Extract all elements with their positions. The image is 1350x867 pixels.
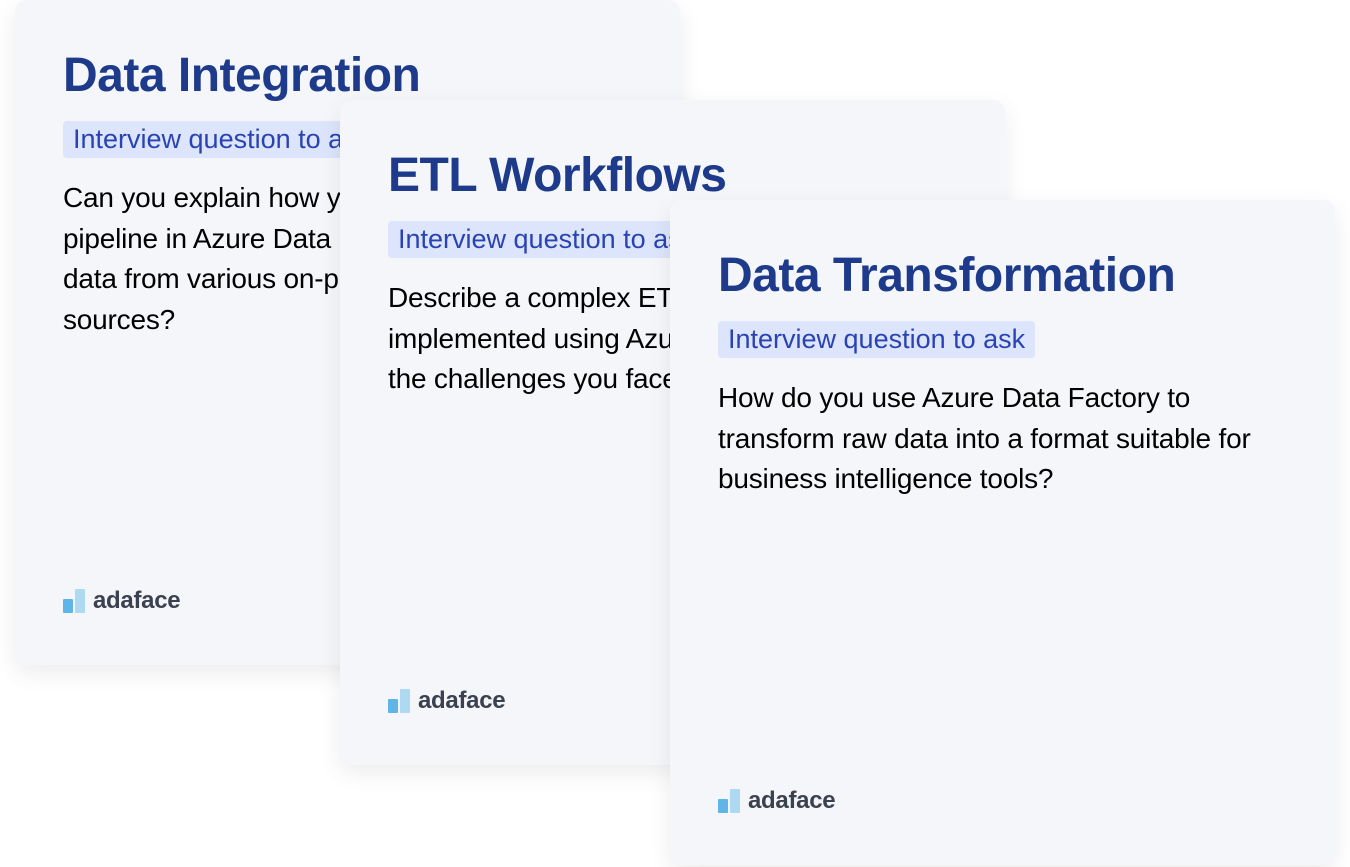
card-question-text: How do you use Azure Data Factory to tra… (718, 378, 1287, 500)
card-title: Data Integration (63, 48, 632, 103)
brand-logo: adaface (718, 787, 835, 815)
card-subtitle-badge: Interview question to ask (718, 321, 1035, 358)
interview-card-3: Data Transformation Interview question t… (670, 200, 1335, 865)
card-title: ETL Workflows (388, 148, 957, 203)
bar-chart-icon (63, 589, 85, 613)
brand-logo: adaface (388, 687, 505, 715)
bar-chart-icon (718, 789, 740, 813)
card-subtitle-badge: Interview question to ask (388, 221, 705, 258)
brand-name: adaface (748, 787, 835, 815)
brand-logo: adaface (63, 587, 180, 615)
card-subtitle-badge: Interview question to ask (63, 121, 380, 158)
brand-name: adaface (418, 687, 505, 715)
brand-name: adaface (93, 587, 180, 615)
bar-chart-icon (388, 689, 410, 713)
card-title: Data Transformation (718, 248, 1287, 303)
